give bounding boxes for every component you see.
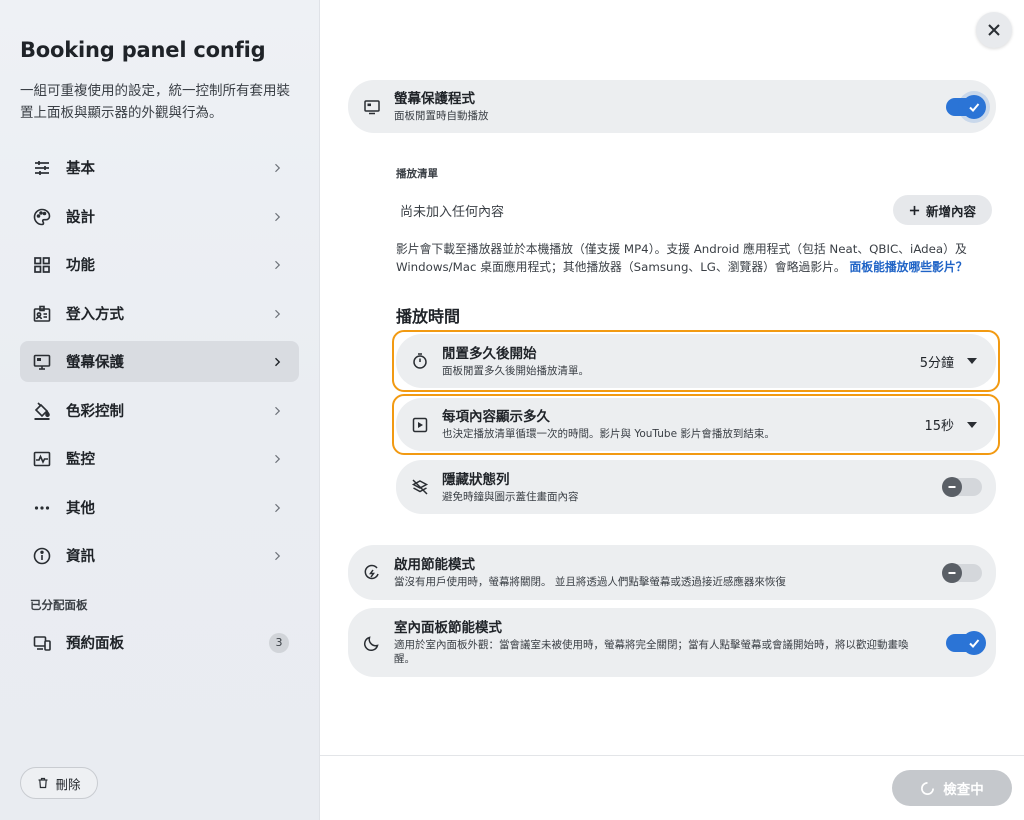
per-item-duration-row[interactable]: 每項內容顯示多久 也決定播放清單循環一次的時間。影片與 YouTube 影片會播… [396,398,996,451]
monitor-icon [362,97,382,117]
close-button[interactable] [976,12,1012,48]
indoor-saving-subtitle: 適用於室內面板外觀：當會議室未被使用時，螢幕將完全關閉；當有人點擊螢幕或會議開始… [394,639,909,665]
close-icon [986,22,1002,38]
layers-off-icon [410,477,430,497]
hide-status-title: 隱藏狀態列 [442,471,510,488]
check-icon [962,630,986,655]
sidebar-item-design[interactable]: 設計 [20,196,299,237]
sidebar-item-color-control[interactable]: 色彩控制 [20,390,299,431]
checking-label: 檢查中 [943,782,984,798]
per-item-subtitle: 也決定播放清單循環一次的時間。影片與 YouTube 影片會播放到結束。 [442,428,775,440]
hide-status-bar-card: 隱藏狀態列 避免時鐘與圖示蓋住畫面內容 [396,460,996,514]
grid-icon [31,254,53,276]
video-support-link[interactable]: 面板能播放哪些影片？ [849,260,967,274]
indoor-saving-title: 室內面板節能模式 [394,620,502,636]
play-square-icon [410,415,430,435]
sidebar-item-monitoring[interactable]: 監控 [20,438,299,479]
minus-icon [942,562,962,583]
per-item-title: 每項內容顯示多久 [442,409,550,425]
badge-icon [31,303,53,325]
idle-start-value: 5分鐘 [919,355,954,371]
hide-status-subtitle: 避免時鐘與圖示蓋住畫面內容 [442,490,579,503]
idle-start-row[interactable]: 閒置多久後開始 面板閒置多久後開始播放清單。 5分鐘 [396,334,996,388]
sidebar-item-label: 設計 [66,210,95,226]
sidebar-item-login[interactable]: 登入方式 [20,293,299,334]
delete-button[interactable]: 刪除 [20,767,98,799]
minus-icon [942,477,962,497]
screensaver-subtitle: 面板閒置時自動播放 [394,110,489,122]
power-saving-subtitle: 當沒有用戶使用時，螢幕將關閉。 並且將透過人們點擊螢幕或透過接近感應器來恢復 [394,576,786,588]
sidebar-item-screensaver[interactable]: 螢幕保護 [20,341,299,382]
video-support-info: 影片會下載至播放器並於本機播放（僅支援 MP4）。支援 Android 應用程式… [396,240,976,276]
idle-start-title: 閒置多久後開始 [442,345,537,362]
chevron-right-icon [269,209,285,225]
chevron-right-icon [269,500,285,516]
hide-status-toggle[interactable] [942,477,982,497]
chevron-right-icon [269,451,285,467]
sidebar-item-label: 登入方式 [66,307,124,323]
caret-down-icon [964,417,980,433]
checking-button[interactable]: 檢查中 [892,770,1012,806]
screensaver-card: 螢幕保護程式 面板閒置時自動播放 [348,80,996,133]
activity-icon [31,448,53,470]
timer-icon [410,351,430,371]
sidebar-item-basic[interactable]: 基本 [20,147,299,188]
more-icon [31,497,53,519]
delete-label: 刪除 [55,776,81,792]
check-icon [962,94,986,119]
devices-icon [31,632,53,654]
chevron-right-icon [269,548,285,564]
chevron-right-icon [269,257,285,273]
screensaver-toggle[interactable] [946,94,986,119]
assigned-panels-heading: 已分配面板 [30,598,88,612]
power-saving-toggle[interactable] [942,562,982,583]
chevron-right-icon [269,306,285,322]
indoor-saving-card: 室內面板節能模式 適用於室內面板外觀：當會議室未被使用時，螢幕將完全關閉；當有人… [348,608,996,677]
sidebar-item-features[interactable]: 功能 [20,244,299,285]
add-content-button[interactable]: 新增內容 [893,195,992,225]
sidebar-item-label: 預約面板 [66,636,124,652]
idle-start-subtitle: 面板閒置多久後開始播放清單。 [442,364,589,377]
page-title: Booking panel config [20,38,266,62]
screensaver-title: 螢幕保護程式 [394,91,475,107]
sidebar-item-label: 螢幕保護 [66,355,124,371]
sidebar-item-label: 基本 [66,161,95,177]
sidebar-item-other[interactable]: 其他 [20,487,299,528]
moon-icon [362,633,382,653]
sidebar-item-label: 其他 [66,501,95,517]
chevron-right-icon [269,403,285,419]
sidebar-item-label: 監控 [66,452,95,468]
chevron-right-icon [269,354,285,370]
monitor-icon [31,351,53,373]
info-icon [31,545,53,567]
paint-bucket-icon [31,400,53,422]
main-panel: 螢幕保護程式 面板閒置時自動播放 播放清單 尚未加入任何內容 新增內容 影片會下… [320,0,1024,820]
config-window: Booking panel config 一組可重複使用的設定，統一控制所有套用… [0,0,1024,820]
sidebar-item-label: 資訊 [66,549,95,565]
chevron-right-icon [269,160,285,176]
add-content-label: 新增內容 [925,203,976,219]
power-saving-card: 啟用節能模式 當沒有用戶使用時，螢幕將關閉。 並且將透過人們點擊螢幕或透過接近感… [348,545,996,600]
count-badge: 3 [269,632,289,653]
page-description: 一組可重複使用的設定，統一控制所有套用裝置上面板與顯示器的外觀與行為。 [20,83,290,121]
sidebar-item-booking-panel[interactable]: 預約面板 3 [20,622,299,663]
palette-icon [31,206,53,228]
eco-icon [362,563,382,583]
sidebar: Booking panel config 一組可重複使用的設定，統一控制所有套用… [0,0,320,820]
indoor-saving-toggle[interactable] [946,630,986,655]
playlist-empty-text: 尚未加入任何內容 [400,205,505,220]
sliders-icon [31,157,53,179]
spinner-icon [920,781,935,796]
playback-time-heading: 播放時間 [396,307,461,326]
per-item-value: 15秒 [924,419,954,434]
playlist-label: 播放清單 [396,168,438,180]
sidebar-item-label: 功能 [66,258,95,274]
plus-icon [909,205,920,216]
trash-icon [37,777,49,789]
footer-bar: 檢查中 [320,755,1024,820]
sidebar-item-label: 色彩控制 [66,404,124,420]
power-saving-title: 啟用節能模式 [394,557,475,573]
sidebar-item-info[interactable]: 資訊 [20,535,299,576]
caret-down-icon [964,353,980,369]
